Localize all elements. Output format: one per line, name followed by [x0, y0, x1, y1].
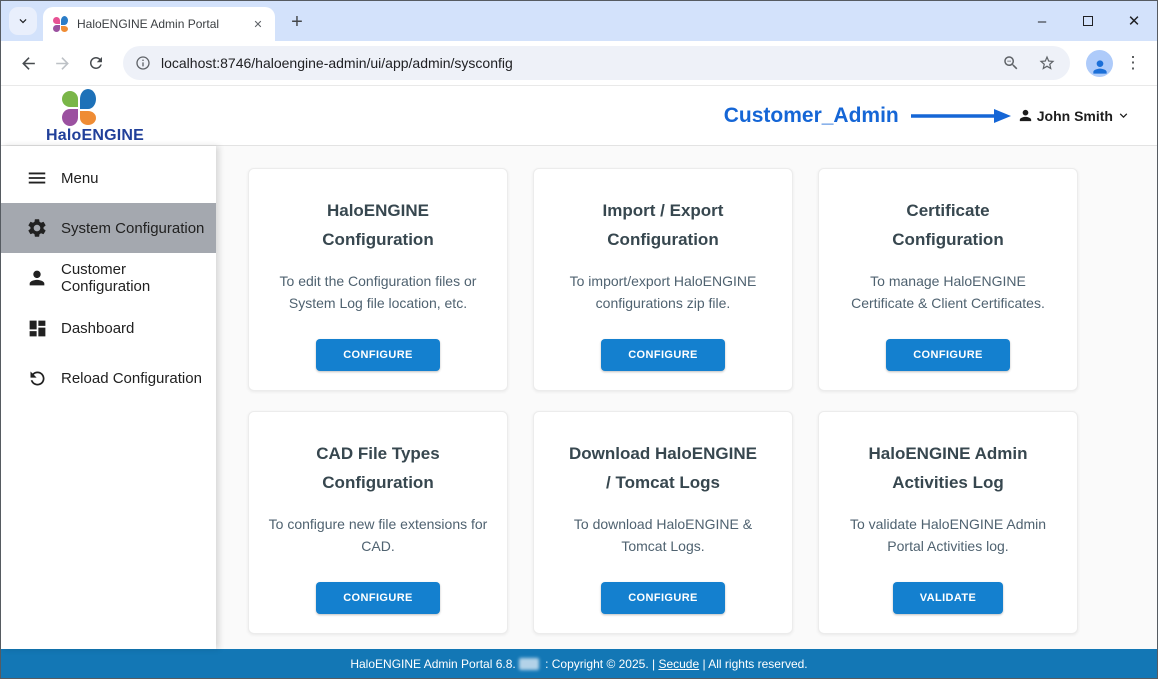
sidebar-item-menu[interactable]: Menu [1, 153, 216, 203]
reload-button[interactable] [79, 46, 113, 80]
card-title: HaloENGINE AdminActivities Log [869, 439, 1028, 497]
reload-icon [26, 367, 48, 389]
role-annotation: Customer_Admin [724, 104, 899, 128]
sidebar: Menu System Configuration Customer Confi… [1, 146, 216, 649]
browser-tab[interactable]: HaloENGINE Admin Portal ✕ [43, 7, 275, 41]
annotation-arrow-icon [909, 108, 1011, 124]
zoom-out-indicator-icon[interactable] [998, 50, 1024, 76]
main-content: HaloENGINEConfiguration To edit the Conf… [216, 146, 1157, 649]
dashboard-icon [26, 317, 48, 339]
haloengine-favicon [53, 16, 69, 32]
configure-haloengine-button[interactable]: CONFIGURE [316, 339, 440, 371]
haloengine-logo-icon [62, 89, 96, 126]
header-right: Customer_Admin John Smith [724, 104, 1131, 128]
footer-bar: HaloENGINE Admin Portal 6.8. : Copyright… [1, 649, 1157, 678]
sidebar-item-reload-configuration[interactable]: Reload Configuration [1, 353, 216, 403]
card-title: Import / ExportConfiguration [603, 196, 724, 254]
browser-window: HaloENGINE Admin Portal ✕ + – ✕ localhos… [0, 0, 1158, 679]
user-chevron-down-icon [1116, 108, 1131, 123]
footer-rights-text: | All rights reserved. [699, 657, 808, 671]
sidebar-item-label: System Configuration [61, 220, 204, 237]
sidebar-item-label: Dashboard [61, 320, 134, 337]
configure-import-export-button[interactable]: CONFIGURE [601, 339, 725, 371]
minimize-button[interactable]: – [1019, 1, 1065, 41]
close-window-button[interactable]: ✕ [1111, 1, 1157, 41]
card-description: To import/export HaloENGINE configuratio… [552, 270, 774, 314]
card-import-export-configuration: Import / ExportConfiguration To import/e… [533, 168, 793, 391]
configure-cad-button[interactable]: CONFIGURE [316, 582, 440, 614]
bookmark-star-icon[interactable] [1034, 50, 1060, 76]
page-body: Menu System Configuration Customer Confi… [1, 146, 1157, 649]
chevron-down-icon [16, 14, 30, 28]
forward-arrow-icon [53, 54, 72, 73]
back-arrow-icon [19, 54, 38, 73]
app-header: HaloENGINE Customer_Admin John Smith [1, 86, 1157, 146]
url-text[interactable]: localhost:8746/haloengine-admin/ui/app/a… [161, 55, 988, 71]
user-menu[interactable]: John Smith [1017, 107, 1131, 124]
card-admin-activities-log: HaloENGINE AdminActivities Log To valida… [818, 411, 1078, 634]
card-description: To edit the Configuration files or Syste… [267, 270, 489, 314]
browser-toolbar: localhost:8746/haloengine-admin/ui/app/a… [1, 41, 1157, 86]
back-button[interactable] [11, 46, 45, 80]
footer-version-text: HaloENGINE Admin Portal 6.8. [350, 657, 515, 671]
footer-copyright-text: : Copyright © 2025. | [542, 657, 659, 671]
card-description: To configure new file extensions for CAD… [267, 513, 489, 557]
configure-certificate-button[interactable]: CONFIGURE [886, 339, 1010, 371]
menu-icon [26, 167, 48, 189]
maximize-button[interactable] [1065, 1, 1111, 41]
reload-icon [87, 54, 105, 72]
sidebar-item-label: Menu [61, 170, 99, 187]
user-name: John Smith [1037, 108, 1113, 124]
window-controls: – ✕ [1019, 1, 1157, 41]
logo-text: HaloENGINE [46, 127, 144, 145]
sidebar-item-system-configuration[interactable]: System Configuration [1, 203, 216, 253]
card-certificate-configuration: CertificateConfiguration To manage HaloE… [818, 168, 1078, 391]
user-person-icon [1017, 107, 1034, 124]
validate-activities-log-button[interactable]: VALIDATE [893, 582, 1004, 614]
sidebar-item-customer-configuration[interactable]: Customer Configuration [1, 253, 216, 303]
tab-search-button[interactable] [9, 7, 37, 35]
sidebar-item-label: Reload Configuration [61, 370, 202, 387]
card-download-logs: Download HaloENGINE/ Tomcat Logs To down… [533, 411, 793, 634]
site-info-icon[interactable] [135, 55, 151, 71]
maximize-icon [1083, 16, 1093, 26]
configure-download-logs-button[interactable]: CONFIGURE [601, 582, 725, 614]
card-description: To validate HaloENGINE Admin Portal Acti… [837, 513, 1059, 557]
browser-menu-icon[interactable]: ⋮ [1119, 53, 1147, 73]
person-icon [26, 267, 48, 289]
card-title: CAD File TypesConfiguration [316, 439, 439, 497]
tab-title: HaloENGINE Admin Portal [77, 17, 241, 31]
card-description: To download HaloENGINE & Tomcat Logs. [552, 513, 774, 557]
redacted-version-patch [519, 658, 539, 670]
card-title: HaloENGINEConfiguration [322, 196, 433, 254]
tab-close-icon[interactable]: ✕ [249, 15, 267, 33]
card-title: CertificateConfiguration [892, 196, 1003, 254]
tab-strip: HaloENGINE Admin Portal ✕ + – ✕ [1, 1, 1157, 41]
new-tab-button[interactable]: + [283, 8, 311, 36]
card-title: Download HaloENGINE/ Tomcat Logs [569, 439, 757, 497]
sidebar-item-label: Customer Configuration [61, 261, 216, 295]
profile-person-icon [1090, 57, 1110, 77]
card-cad-file-types-configuration: CAD File TypesConfiguration To configure… [248, 411, 508, 634]
card-description: To manage HaloENGINE Certificate & Clien… [837, 270, 1059, 314]
sidebar-item-dashboard[interactable]: Dashboard [1, 303, 216, 353]
card-grid: HaloENGINEConfiguration To edit the Conf… [248, 168, 1157, 634]
profile-avatar[interactable] [1086, 50, 1113, 77]
address-bar[interactable]: localhost:8746/haloengine-admin/ui/app/a… [123, 46, 1070, 80]
haloengine-logo: HaloENGINE [46, 89, 144, 145]
secude-link[interactable]: Secude [658, 657, 699, 671]
forward-button[interactable] [45, 46, 79, 80]
gear-icon [26, 217, 48, 239]
card-haloengine-configuration: HaloENGINEConfiguration To edit the Conf… [248, 168, 508, 391]
